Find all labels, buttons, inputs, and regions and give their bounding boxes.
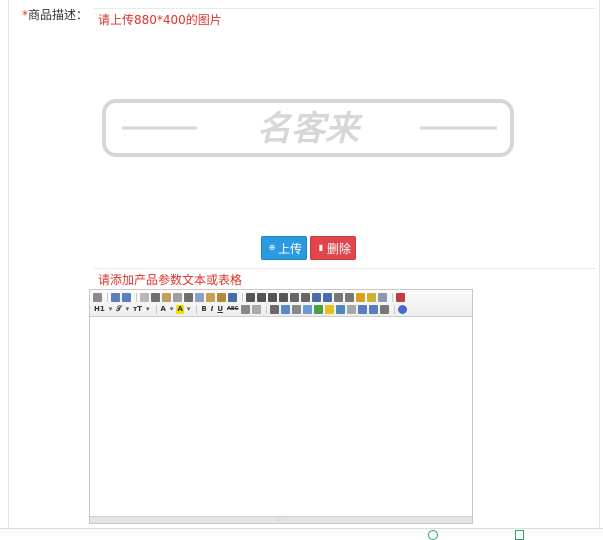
font-color-button[interactable]: A (160, 305, 167, 314)
toolbar-separator (196, 305, 198, 314)
circle-icon (428, 530, 438, 540)
toolbar-separator (392, 293, 393, 302)
toolbar-separator (155, 305, 157, 314)
page-break-icon[interactable] (347, 305, 357, 314)
indent-icon[interactable] (312, 293, 321, 302)
upload-hint: 请上传880*400的图片 (98, 13, 222, 27)
preview-icon[interactable] (140, 293, 149, 302)
image-preview-logo[interactable]: 名客来 (102, 99, 514, 157)
clear-format-icon[interactable] (356, 293, 365, 302)
chevron-down-icon: ▾ (186, 305, 191, 313)
highlight-color-button[interactable]: A (176, 305, 184, 314)
font-family-dropdown[interactable]: 𝒯 (115, 305, 122, 314)
emoticon-icon[interactable] (325, 305, 335, 314)
product-desc-label-text: 商品描述： (28, 8, 89, 22)
unlink-icon[interactable] (380, 305, 390, 314)
justify-right-icon[interactable] (268, 293, 277, 302)
template-icon[interactable] (162, 293, 171, 302)
square-icon (515, 530, 524, 540)
superscript-icon[interactable] (345, 293, 354, 302)
upload-icon: ⊕ (268, 243, 276, 252)
chevron-down-icon: ▾ (125, 305, 130, 313)
insert-table-icon[interactable] (303, 305, 313, 314)
flash-icon[interactable] (281, 305, 291, 314)
table-icon[interactable] (241, 305, 251, 314)
paste-plain-icon[interactable] (217, 293, 226, 302)
trash-icon: ▮ (318, 243, 324, 252)
heading-dropdown[interactable]: H1 (93, 305, 106, 314)
underline-button[interactable]: U (216, 305, 224, 314)
justify-full-icon[interactable] (279, 293, 288, 302)
subscript-icon[interactable] (334, 293, 343, 302)
chevron-down-icon: ▾ (108, 305, 113, 313)
find-icon[interactable] (378, 293, 387, 302)
divider-middle (94, 268, 596, 269)
anchor-icon[interactable] (358, 305, 368, 314)
delete-button-label: 删除 (327, 242, 352, 256)
rich-text-editor: H1 ▾ 𝒯 ▾ тT ▾ A ▾ A ▾ B I U ABC ∴ (89, 289, 473, 524)
paste-word-icon[interactable] (228, 293, 237, 302)
cut-icon[interactable] (184, 293, 193, 302)
justify-left-icon[interactable] (246, 293, 255, 302)
italic-button[interactable]: I (210, 305, 215, 314)
toolbar-separator (136, 293, 137, 302)
paste-icon[interactable] (206, 293, 215, 302)
attachment-icon[interactable] (292, 305, 302, 314)
params-hint: 请添加产品参数文本或表格 (98, 273, 243, 287)
toolbar-row-2: H1 ▾ 𝒯 ▾ тT ▾ A ▾ A ▾ B I U ABC (93, 304, 469, 315)
outdent-icon[interactable] (323, 293, 332, 302)
about-icon[interactable] (398, 305, 408, 314)
logo-text: 名客来 (257, 109, 363, 149)
justify-center-icon[interactable] (257, 293, 266, 302)
unordered-list-icon[interactable] (301, 293, 310, 302)
bold-button[interactable]: B (200, 305, 207, 314)
font-size-dropdown[interactable]: тT (132, 305, 143, 314)
chevron-down-icon: ▾ (145, 305, 150, 313)
copy-icon[interactable] (195, 293, 204, 302)
editor-content-area[interactable] (90, 317, 472, 516)
undo-icon[interactable] (111, 293, 120, 302)
upload-button[interactable]: ⊕ 上传 (261, 236, 307, 260)
redo-icon[interactable] (122, 293, 131, 302)
editor-toolbar: H1 ▾ 𝒯 ▾ тT ▾ A ▾ A ▾ B I U ABC (90, 290, 472, 317)
product-desc-label: *商品描述： (22, 6, 88, 23)
resize-grip-icon[interactable]: ∴ (277, 517, 281, 523)
toolbar-separator (107, 293, 108, 302)
paste-text-icon[interactable] (173, 293, 182, 302)
delete-button[interactable]: ▮ 删除 (310, 236, 356, 260)
image-upload-icon[interactable] (270, 305, 280, 314)
toolbar-separator (266, 305, 268, 314)
toolbar-row-1 (93, 292, 469, 303)
ordered-list-icon[interactable] (290, 293, 299, 302)
strikethrough-button[interactable]: ABC (226, 305, 239, 314)
select-all-icon[interactable] (367, 293, 376, 302)
watermark-logo-image: 名客来 (102, 99, 514, 157)
map-icon[interactable] (336, 305, 346, 314)
link-icon[interactable] (369, 305, 379, 314)
chevron-down-icon: ▾ (169, 305, 174, 313)
toolbar-separator (394, 305, 396, 314)
source-icon[interactable] (93, 293, 102, 302)
horizontal-rule-icon[interactable] (314, 305, 324, 314)
print-icon[interactable] (151, 293, 160, 302)
upload-button-label: 上传 (278, 242, 303, 256)
divider-top (94, 8, 596, 9)
toolbar-separator (242, 293, 243, 302)
editor-statusbar: ∴ (90, 516, 472, 523)
fullscreen-icon[interactable] (396, 293, 405, 302)
eraser-icon[interactable] (252, 305, 262, 314)
